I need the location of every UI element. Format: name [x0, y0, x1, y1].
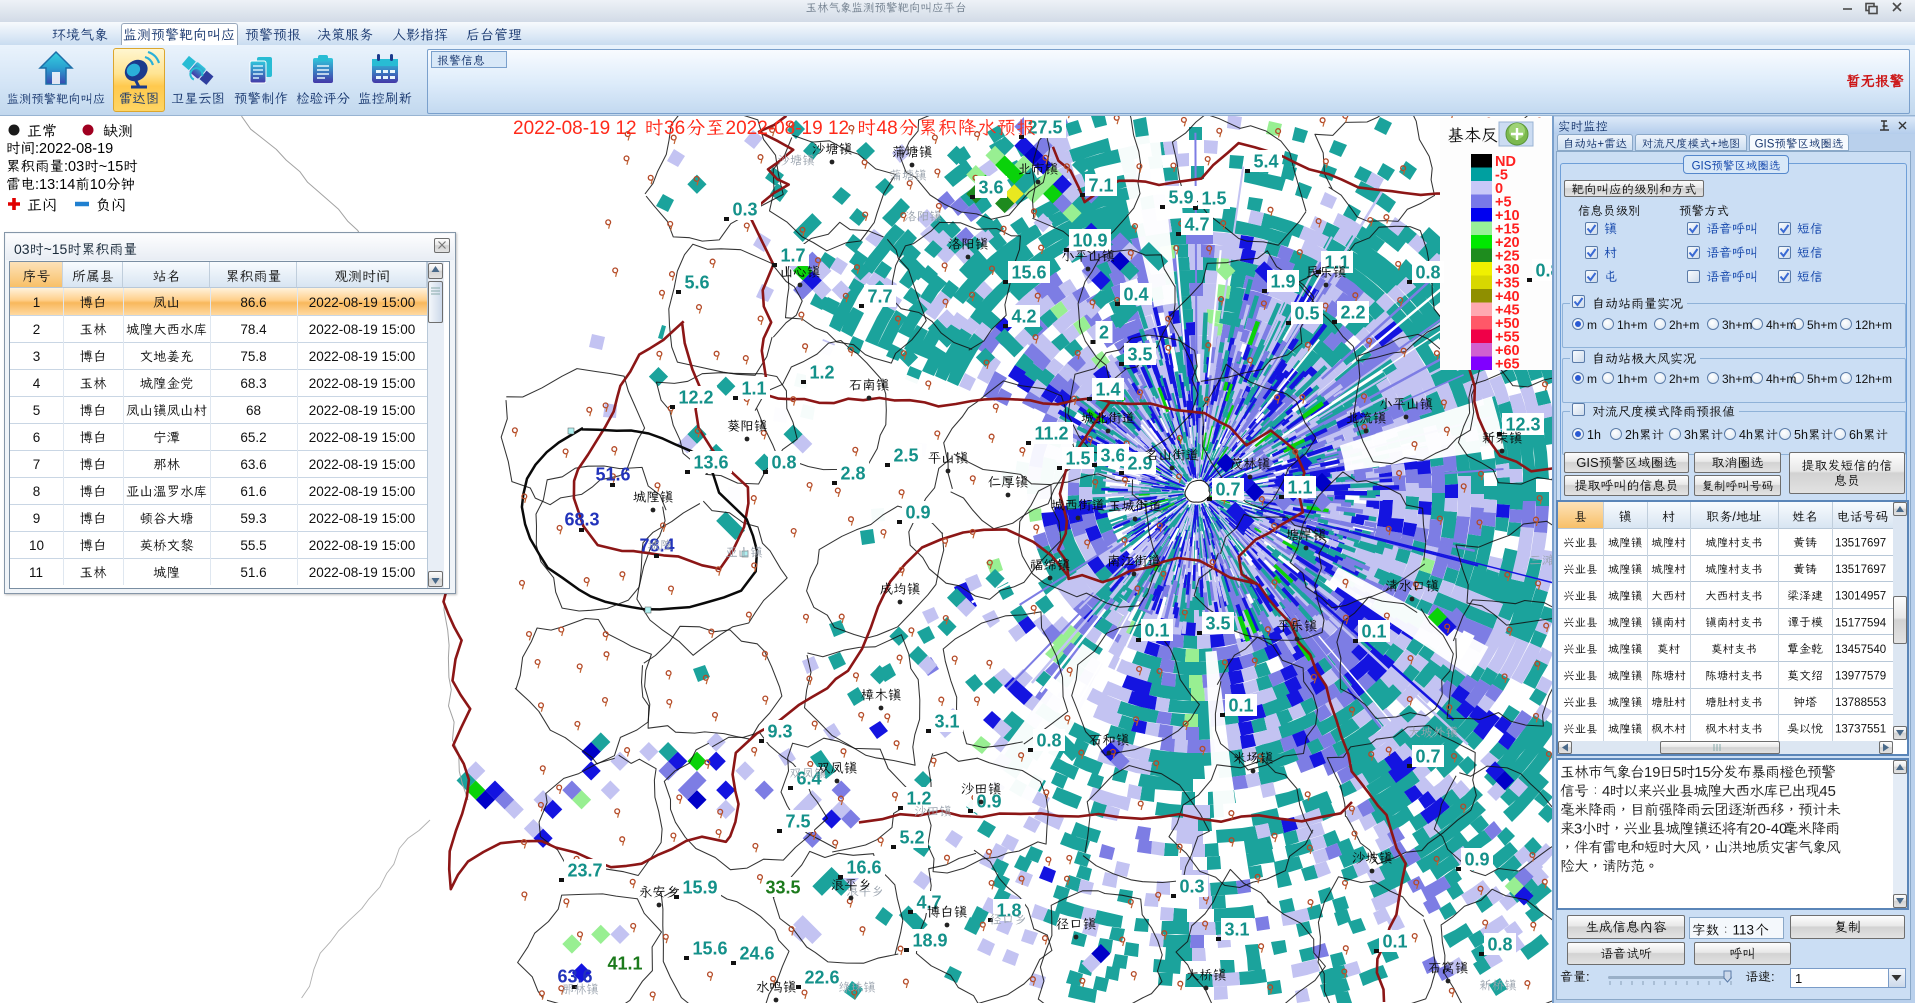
svg-text:0.8: 0.8: [1488, 935, 1513, 955]
svg-text:0.7: 0.7: [1216, 480, 1241, 500]
svg-text:4.7: 4.7: [1185, 215, 1210, 235]
svg-text:48: 48: [877, 118, 898, 139]
svg-text:1.2: 1.2: [907, 789, 932, 809]
svg-text:5.2: 5.2: [900, 828, 925, 848]
svg-text:3.6: 3.6: [1101, 446, 1126, 466]
svg-text::13:14: :13:14: [35, 177, 75, 193]
svg-text:15.6: 15.6: [693, 939, 728, 959]
svg-text:0.8: 0.8: [1416, 263, 1441, 283]
svg-text::2022-08-19: :2022-08-19: [35, 141, 113, 157]
svg-text:0.1: 0.1: [1229, 696, 1254, 716]
svg-text:2.9: 2.9: [1128, 454, 1153, 474]
svg-text:24.6: 24.6: [740, 944, 775, 964]
svg-text:2: 2: [1099, 323, 1109, 343]
svg-text:0.9: 0.9: [1465, 850, 1490, 870]
svg-text:63.6: 63.6: [558, 967, 593, 987]
svg-text:0.3: 0.3: [733, 200, 758, 220]
svg-text:23.7: 23.7: [568, 861, 603, 881]
svg-text:5.4: 5.4: [1254, 152, 1279, 172]
svg-text:10.9: 10.9: [1073, 231, 1108, 251]
svg-text:41.1: 41.1: [608, 954, 643, 974]
svg-text::03: :03: [64, 159, 84, 175]
svg-text:0.8: 0.8: [1037, 731, 1062, 751]
svg-text:0.3: 0.3: [1180, 877, 1205, 897]
svg-text:1.4: 1.4: [1096, 380, 1121, 400]
svg-text:1.1: 1.1: [1288, 478, 1313, 498]
svg-text:12.3: 12.3: [1506, 415, 1541, 435]
svg-text:15.6: 15.6: [1012, 263, 1047, 283]
svg-text:3.1: 3.1: [935, 712, 960, 732]
svg-text:9.3: 9.3: [768, 722, 793, 742]
svg-text:3.5: 3.5: [1206, 614, 1231, 634]
svg-text:11.2: 11.2: [1035, 424, 1069, 444]
svg-text:0.1: 0.1: [1362, 622, 1387, 642]
svg-text:1.2: 1.2: [810, 363, 835, 383]
svg-text:~15: ~15: [99, 159, 124, 175]
svg-text:51.6: 51.6: [596, 465, 631, 485]
svg-text:3.5: 3.5: [1128, 345, 1153, 365]
svg-text:0.4: 0.4: [1124, 285, 1149, 305]
svg-text:12.2: 12.2: [679, 388, 714, 408]
svg-text:1.9: 1.9: [1271, 272, 1296, 292]
svg-text:7.7: 7.7: [868, 287, 893, 307]
svg-text:13.6: 13.6: [694, 453, 729, 473]
svg-text:7.1: 7.1: [1089, 176, 1114, 196]
svg-text:7.5: 7.5: [786, 812, 811, 832]
svg-text:2.2: 2.2: [1341, 303, 1366, 323]
svg-text:2.5: 2.5: [894, 446, 919, 466]
svg-text:2022-08-19 12: 2022-08-19 12: [513, 118, 637, 139]
svg-text:5.6: 5.6: [685, 273, 710, 293]
svg-text:27.5: 27.5: [1028, 118, 1063, 138]
svg-text:10: 10: [90, 177, 106, 193]
svg-text:22.6: 22.6: [805, 968, 840, 988]
svg-text:36: 36: [664, 118, 685, 139]
svg-text:+65: +65: [1495, 357, 1520, 373]
svg-text:0.9: 0.9: [906, 503, 931, 523]
svg-text:0.7: 0.7: [1416, 747, 1441, 767]
svg-text:1.1: 1.1: [742, 379, 767, 399]
svg-text:15.9: 15.9: [683, 878, 718, 898]
svg-text:1.5: 1.5: [1202, 189, 1227, 209]
svg-text:18.9: 18.9: [913, 931, 948, 951]
svg-text:2022-08-19 12: 2022-08-19 12: [726, 118, 850, 139]
svg-text:1.7: 1.7: [781, 246, 806, 266]
svg-text:33.5: 33.5: [766, 878, 801, 898]
svg-text:5.9: 5.9: [1169, 188, 1194, 208]
svg-text:0.5: 0.5: [1295, 304, 1320, 324]
svg-text:0.1: 0.1: [1145, 621, 1170, 641]
svg-text:0.8: 0.8: [772, 453, 797, 473]
svg-text:0.1: 0.1: [1383, 932, 1408, 952]
svg-text:3.6: 3.6: [979, 178, 1004, 198]
svg-text:1.1: 1.1: [1325, 253, 1350, 273]
svg-text:1.8: 1.8: [997, 901, 1022, 921]
svg-text:3.1: 3.1: [1225, 920, 1250, 940]
svg-text:1.5: 1.5: [1066, 449, 1091, 469]
svg-text:4.2: 4.2: [1012, 307, 1037, 327]
svg-text:16.6: 16.6: [847, 858, 882, 878]
svg-text:2.8: 2.8: [841, 464, 866, 484]
svg-text:68.3: 68.3: [565, 510, 600, 530]
